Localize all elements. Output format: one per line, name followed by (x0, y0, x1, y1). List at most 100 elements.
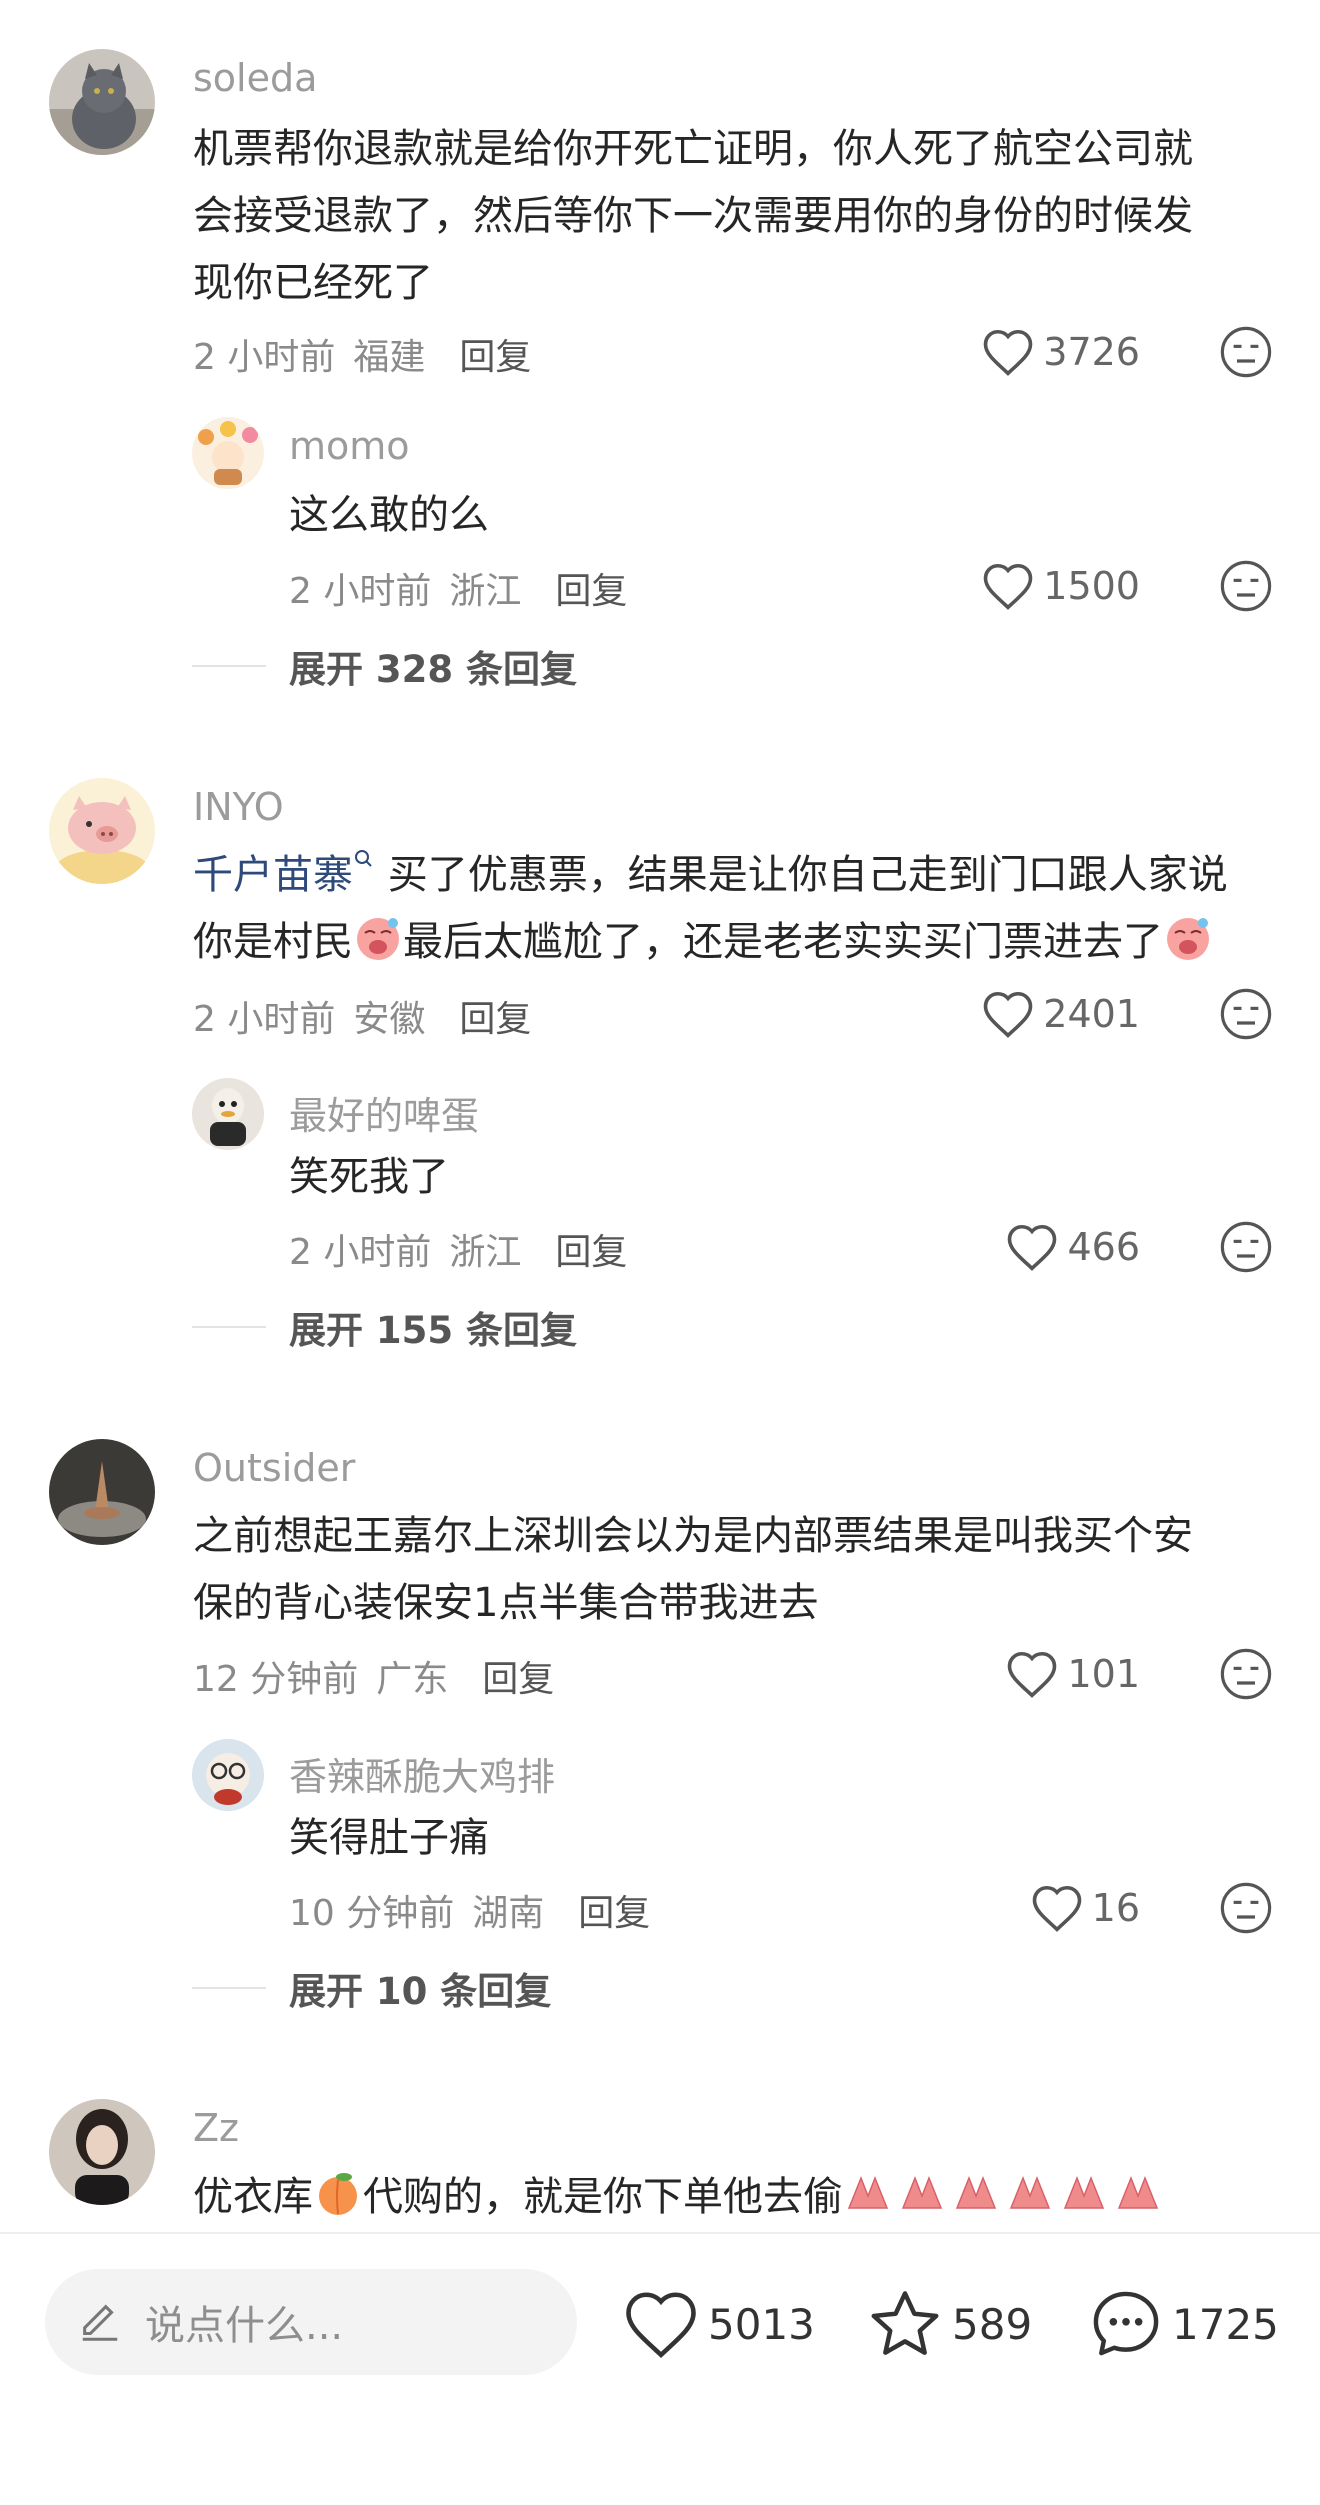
woman-avatar-icon (49, 2099, 155, 2205)
comment-username[interactable]: INYO (193, 785, 284, 829)
dislike-face-icon[interactable] (1219, 1881, 1273, 1935)
like-count: 2401 (1043, 992, 1140, 1036)
reply-avatar[interactable] (192, 417, 264, 489)
heart-icon (1008, 1651, 1057, 1698)
glasses-avatar-icon (192, 1739, 264, 1811)
crying-emoji-icon (1167, 918, 1209, 960)
comment-location: 安徽 (353, 999, 426, 1040)
reply-time: 2 小时前 (289, 571, 432, 612)
crying-emoji-icon (357, 918, 399, 960)
like-count: 3726 (1043, 330, 1140, 374)
like-count: 101 (1067, 1652, 1140, 1696)
comment-text: 机票帮你退款就是给你开死亡证明，你人死了航空公司就 会接受退款了，然后等你下一次… (193, 126, 1193, 306)
reply-time: 10 分钟前 (289, 1893, 455, 1934)
pig-avatar-icon (49, 778, 155, 884)
like-button[interactable]: 2401 (981, 984, 1140, 1044)
reply-button[interactable]: 回复 (482, 1659, 554, 1700)
comment-location: 广东 (376, 1659, 449, 1700)
post-favorite-button[interactable]: 589 (866, 2284, 1032, 2364)
peach-emoji-icon (319, 2173, 357, 2215)
heart-icon (626, 2292, 696, 2358)
like-button[interactable]: 466 (1005, 1217, 1140, 1277)
like-count: 466 (1067, 1225, 1140, 1269)
duck-avatar-icon (192, 1078, 264, 1150)
user-avatar[interactable] (49, 2099, 155, 2205)
reply-button[interactable]: 回复 (555, 571, 627, 612)
pencil-icon (82, 2304, 118, 2341)
comment-time: 2 小时前 (193, 337, 336, 378)
heart-icon (983, 563, 1033, 610)
divider (192, 1987, 266, 1989)
expand-replies-label: 展开 10 条回复 (289, 1970, 552, 2013)
cat-avatar-icon (49, 49, 155, 155)
like-button[interactable]: 1500 (981, 556, 1140, 616)
comment-time: 12 分钟前 (193, 1659, 359, 1700)
star-icon (871, 2291, 939, 2355)
dislike-face-icon[interactable] (1219, 559, 1273, 613)
user-avatar[interactable] (49, 49, 155, 155)
reply-avatar[interactable] (192, 1078, 264, 1150)
dislike-face-icon[interactable] (1219, 1647, 1273, 1701)
dislike-face-icon[interactable] (1219, 1220, 1273, 1274)
reply-location: 浙江 (449, 571, 522, 612)
reply-meta: 2 小时前 浙江 回复 (289, 562, 627, 614)
reply-button[interactable]: 回复 (459, 999, 531, 1040)
post-like-button[interactable]: 5013 (622, 2284, 815, 2364)
reply-username[interactable]: 最好的啤蛋 (289, 1085, 479, 1140)
reply-button[interactable]: 回复 (555, 1232, 627, 1273)
chat-bubble-icon (1093, 2291, 1159, 2356)
like-button[interactable]: 3726 (981, 322, 1140, 382)
comment-meta: 2 小时前 福建 回复 (193, 328, 531, 380)
bottom-action-bar: 说点什么... 5013 589 1725 (0, 2232, 1320, 2505)
heart-icon (983, 991, 1033, 1038)
comment-text: 之前想起王嘉尔上深圳会以为是内部票结果是叫我买个安 保的背心装保安1点半集合带我… (193, 1513, 1193, 1626)
divider (192, 1326, 266, 1328)
search-icon (355, 850, 372, 867)
post-like-count: 5013 (708, 2299, 815, 2349)
post-favorite-count: 589 (952, 2299, 1033, 2349)
comment-location: 福建 (353, 337, 426, 378)
comment-text: 优衣库 代购的，就是你下单他去偷 (193, 2164, 1253, 2231)
heart-icon (983, 329, 1033, 376)
post-comment-button[interactable]: 1725 (1088, 2284, 1279, 2364)
reply-button[interactable]: 回复 (578, 1893, 650, 1934)
comment-time: 2 小时前 (193, 999, 336, 1040)
reply-username[interactable]: 香辣酥脆大鸡排 (289, 1746, 555, 1801)
user-avatar[interactable] (49, 778, 155, 884)
praying-hands-emoji-icon (847, 2175, 1159, 2209)
reply-location: 浙江 (449, 1232, 522, 1273)
comment-input-placeholder: 说点什么... (145, 2303, 344, 2349)
comment-username[interactable]: Outsider (193, 1446, 355, 1490)
comment-text: 千户苗寨 买了优惠票，结果是让你自己走到门口跟人家说 你是村民 最后太尴尬了，还是… (193, 842, 1253, 976)
reply-username[interactable]: momo (289, 424, 410, 468)
reply-button[interactable]: 回复 (459, 337, 531, 378)
user-avatar[interactable] (49, 1439, 155, 1545)
reply-text: 这么敢的么 (289, 492, 489, 538)
reply-text: 笑死我了 (289, 1154, 449, 1200)
location-mention-link[interactable]: 千户苗寨 (193, 852, 353, 898)
dislike-face-icon[interactable] (1219, 325, 1273, 379)
heart-icon (1032, 1885, 1081, 1932)
expand-replies-label: 展开 155 条回复 (289, 1309, 577, 1352)
like-count: 1500 (1043, 564, 1140, 608)
reply-location: 湖南 (472, 1893, 545, 1934)
reply-time: 2 小时前 (289, 1232, 432, 1273)
reply-meta: 2 小时前 浙江 回复 (289, 1223, 627, 1275)
comment-username[interactable]: Zz (193, 2106, 239, 2150)
sculpture-avatar-icon (49, 1439, 155, 1545)
divider (192, 665, 266, 667)
expand-replies-label: 展开 328 条回复 (289, 648, 577, 691)
flower-girl-avatar-icon (192, 417, 264, 489)
reply-text: 笑得肚子痛 (289, 1815, 489, 1861)
comment-username[interactable]: soleda (193, 56, 317, 100)
reply-avatar[interactable] (192, 1739, 264, 1811)
post-comment-count: 1725 (1172, 2299, 1279, 2349)
like-button[interactable]: 101 (1005, 1644, 1140, 1704)
dislike-face-icon[interactable] (1219, 987, 1273, 1041)
reply-meta: 10 分钟前 湖南 回复 (289, 1884, 650, 1936)
comment-meta: 12 分钟前 广东 回复 (193, 1650, 554, 1702)
comment-input[interactable]: 说点什么... (45, 2269, 577, 2375)
comment-section: soleda 机票帮你退款就是给你开死亡证明，你人死了航空公司就 会接受退款了，… (0, 0, 1320, 2505)
like-button[interactable]: 16 (1030, 1878, 1140, 1938)
heart-icon (1008, 1224, 1057, 1271)
